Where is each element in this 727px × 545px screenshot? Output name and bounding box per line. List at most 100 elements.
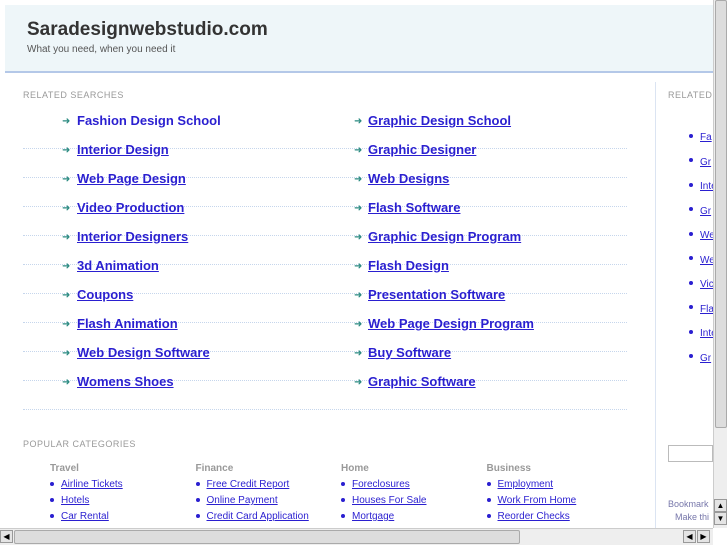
- arrow-icon: ➜: [62, 145, 71, 156]
- related-link[interactable]: Presentation Software: [368, 287, 505, 302]
- bullet-icon: [486, 498, 491, 503]
- sidebar-link[interactable]: Gr: [700, 353, 711, 364]
- category-link[interactable]: Work From Home: [498, 495, 577, 506]
- sidebar-item: We: [689, 225, 713, 243]
- related-link[interactable]: Web Design Software: [77, 345, 210, 360]
- category-column: Business Employment Work From Home Reorder …: [486, 463, 577, 527]
- arrow-icon: ➜: [62, 116, 71, 127]
- sidebar-item: Inte: [689, 323, 713, 341]
- bullet-icon: [195, 514, 200, 519]
- list-item: Online Payment: [195, 495, 309, 506]
- horizontal-scroll-thumb[interactable]: [14, 530, 520, 544]
- category-link[interactable]: Car Rental: [61, 511, 109, 522]
- list-item: Employment: [486, 479, 577, 490]
- arrow-icon: ➜: [62, 203, 71, 214]
- related-link[interactable]: Graphic Design School: [368, 113, 511, 128]
- sidebar-link[interactable]: Fa: [700, 132, 712, 143]
- arrow-icon: ➜: [354, 203, 363, 214]
- scroll-right-button[interactable]: ▶: [697, 530, 710, 543]
- category-link[interactable]: Online Payment: [207, 495, 278, 506]
- sidebar-link[interactable]: We: [700, 255, 713, 266]
- category-link[interactable]: Employment: [498, 479, 554, 490]
- sidebar-item: Fla: [689, 299, 713, 317]
- related-link[interactable]: Womens Shoes: [77, 374, 174, 389]
- arrow-icon: ➜: [62, 290, 71, 301]
- sidebar-item: Inte: [689, 176, 713, 194]
- make-homepage-link[interactable]: Make thi: [675, 512, 713, 522]
- popular-categories-heading: POPULAR CATEGORIES: [23, 439, 136, 449]
- scroll-down-button[interactable]: ▼: [714, 512, 727, 525]
- sidebar-link[interactable]: Fla: [700, 304, 713, 315]
- related-link[interactable]: Fashion Design School: [77, 113, 221, 128]
- sidebar-link[interactable]: Inte: [700, 181, 713, 192]
- category-title: Business: [486, 463, 531, 474]
- related-link[interactable]: Flash Design: [368, 258, 449, 273]
- scroll-up-button[interactable]: ▲: [714, 499, 727, 512]
- bullet-icon: [689, 305, 693, 310]
- related-searches-heading: RELATED SEARCHES: [23, 90, 124, 100]
- related-link[interactable]: 3d Animation: [77, 258, 159, 273]
- vertical-scroll-thumb[interactable]: [715, 0, 727, 428]
- sidebar-search-input[interactable]: [668, 445, 713, 462]
- category-link[interactable]: Foreclosures: [352, 479, 410, 490]
- arrow-icon: ➜: [354, 232, 363, 243]
- related-link[interactable]: Coupons: [77, 287, 133, 302]
- divider: [655, 82, 656, 529]
- sidebar-item: Gr: [689, 348, 713, 366]
- scroll-left-button[interactable]: ◀: [0, 530, 13, 543]
- arrow-icon: ➜: [354, 348, 363, 359]
- vertical-scrollbar[interactable]: ▲ ▼: [713, 0, 727, 528]
- bullet-icon: [341, 482, 345, 487]
- sidebar-link[interactable]: Gr: [700, 157, 711, 168]
- list-item: Foreclosures: [341, 479, 426, 490]
- related-link[interactable]: Graphic Design Program: [368, 229, 521, 244]
- category-link[interactable]: Houses For Sale: [352, 495, 426, 506]
- horizontal-scrollbar[interactable]: ◀ ◀ ▶: [0, 528, 713, 545]
- sidebar-item: Fa: [689, 127, 713, 145]
- arrow-icon: ➜: [354, 145, 363, 156]
- tagline: What you need, when you need it: [27, 44, 176, 55]
- related-link[interactable]: Interior Design: [77, 142, 169, 157]
- bullet-icon: [341, 514, 345, 519]
- category-column: Travel Airline Tickets Hotels Car Rental: [50, 463, 123, 527]
- category-title: Travel: [50, 463, 79, 474]
- arrow-icon: ➜: [354, 116, 363, 127]
- category-link[interactable]: Credit Card Application: [207, 511, 309, 522]
- bullet-icon: [689, 256, 693, 261]
- list-item: Houses For Sale: [341, 495, 426, 506]
- list-item: Free Credit Report: [195, 479, 309, 490]
- sidebar-link[interactable]: We: [700, 230, 713, 241]
- bullet-icon: [689, 280, 693, 285]
- category-column: Home Foreclosures Houses For Sale Mortgage: [341, 463, 426, 527]
- related-link[interactable]: Video Production: [77, 200, 184, 215]
- list-item: Reorder Checks: [486, 511, 577, 522]
- sidebar-link[interactable]: Inte: [700, 328, 713, 339]
- related-link[interactable]: Buy Software: [368, 345, 451, 360]
- related-link[interactable]: Flash Animation: [77, 316, 178, 331]
- related-link[interactable]: Web Page Design: [77, 171, 186, 186]
- list-item: Car Rental: [50, 511, 123, 522]
- bullet-icon: [50, 498, 54, 503]
- category-link[interactable]: Mortgage: [352, 511, 394, 522]
- sidebar-link[interactable]: Gr: [700, 206, 711, 217]
- related-link[interactable]: Interior Designers: [77, 229, 188, 244]
- list-item: Credit Card Application: [195, 511, 309, 522]
- related-link[interactable]: Web Designs: [368, 171, 449, 186]
- category-link[interactable]: Free Credit Report: [207, 479, 290, 490]
- category-link[interactable]: Reorder Checks: [498, 511, 570, 522]
- sidebar-link[interactable]: Vic: [700, 279, 713, 290]
- scroll-left-button-2[interactable]: ◀: [683, 530, 696, 543]
- list-item: Work From Home: [486, 495, 577, 506]
- related-link[interactable]: Web Page Design Program: [368, 316, 534, 331]
- related-link[interactable]: Flash Software: [368, 200, 460, 215]
- related-link[interactable]: Graphic Designer: [368, 142, 476, 157]
- category-link[interactable]: Airline Tickets: [61, 479, 123, 490]
- related-row: ➜ Womens Shoes ➜ Graphic Software: [23, 374, 627, 410]
- arrow-icon: ➜: [354, 261, 363, 272]
- arrow-icon: ➜: [354, 319, 363, 330]
- bookmark-link[interactable]: Bookmark: [668, 499, 709, 509]
- site-header: Saradesignwebstudio.com What you need, w…: [5, 5, 713, 73]
- category-link[interactable]: Hotels: [61, 495, 89, 506]
- related-link[interactable]: Graphic Software: [368, 374, 476, 389]
- arrow-icon: ➜: [62, 377, 71, 388]
